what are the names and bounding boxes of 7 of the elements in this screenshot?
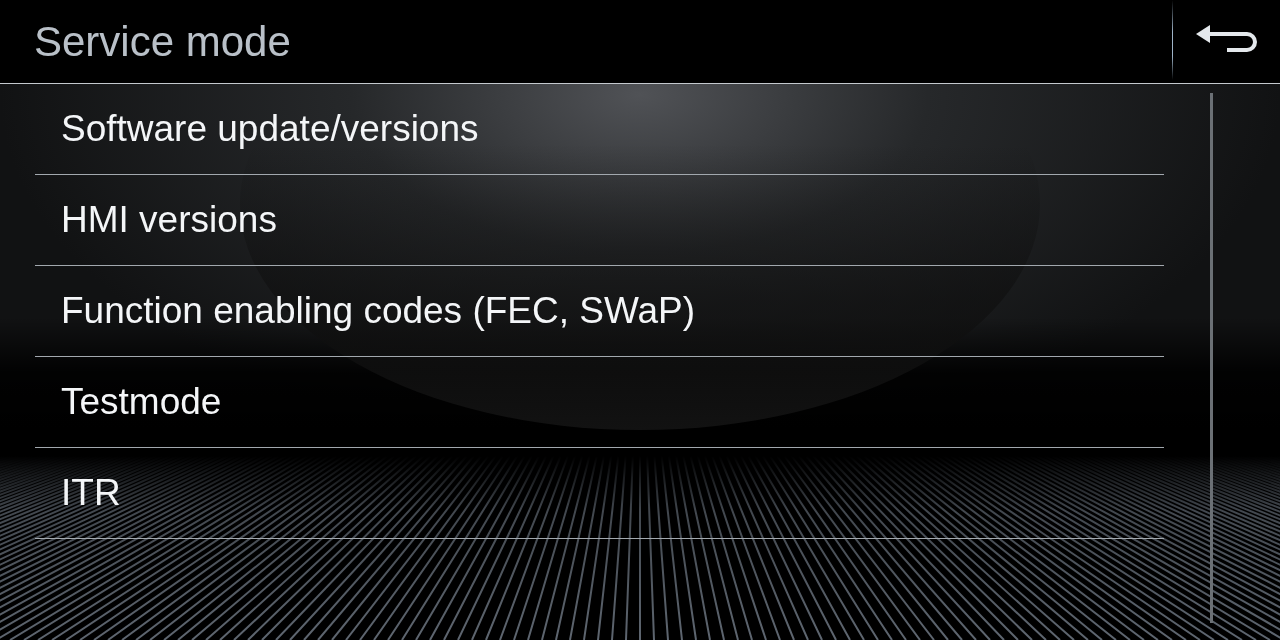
menu-item[interactable]: ITR (35, 448, 1164, 539)
back-arrow-icon (1195, 23, 1258, 54)
menu-item[interactable]: Software update/versions (35, 84, 1164, 175)
menu-item[interactable]: HMI versions (35, 175, 1164, 266)
menu-item[interactable]: Testmode (35, 357, 1164, 448)
screen-title: Service mode (33, 17, 291, 67)
menu-item[interactable]: Function enabling codes (FEC, SWaP) (35, 266, 1164, 357)
